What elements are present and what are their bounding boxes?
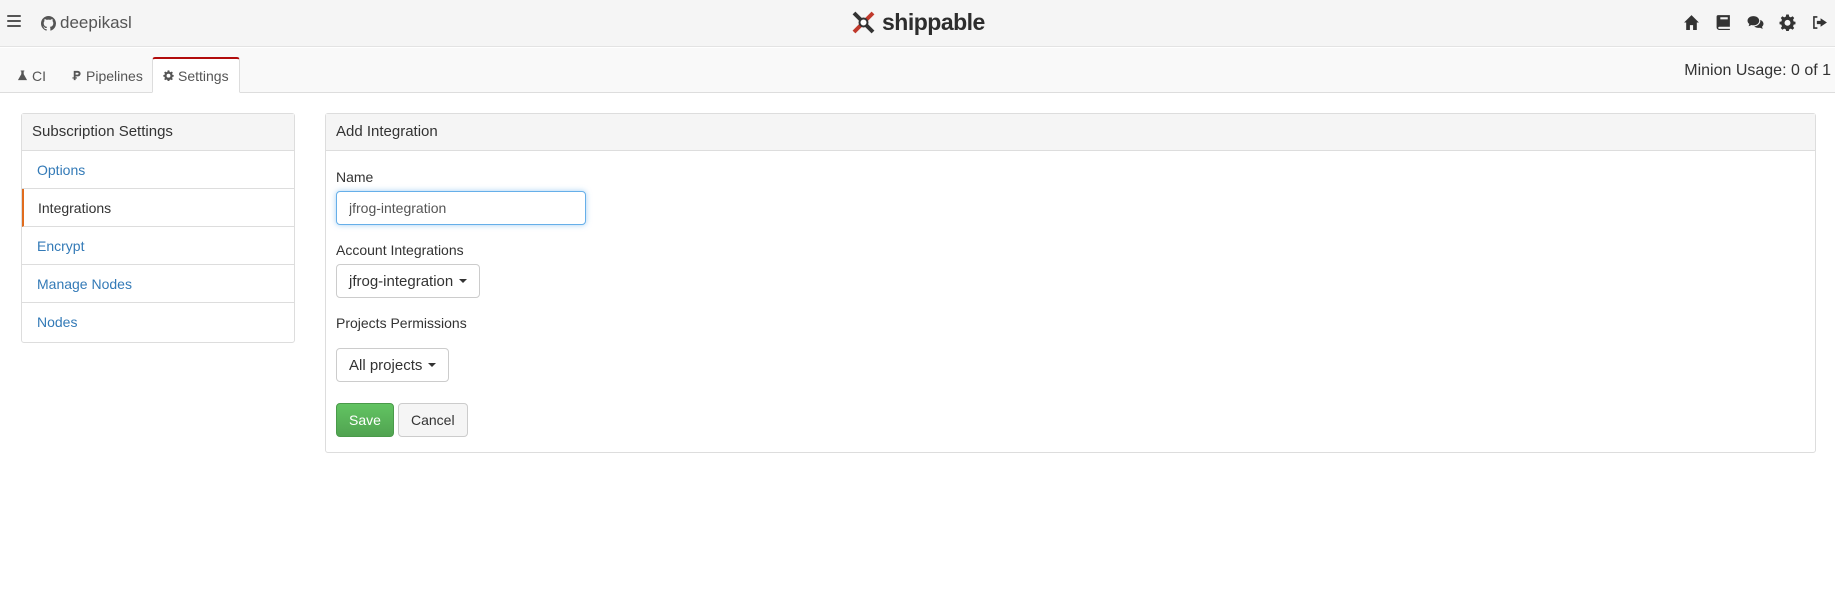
gear-icon[interactable] [1777,12,1797,32]
sidebar-item-nodes[interactable]: Nodes [22,303,294,341]
shippable-logo[interactable]: shippable [850,9,985,36]
cancel-button[interactable]: Cancel [398,403,468,437]
hamburger-menu-icon[interactable] [7,15,21,27]
github-icon [41,15,56,31]
save-button[interactable]: Save [336,403,394,437]
logo-icon [852,11,875,34]
logo-text: shippable [882,9,985,35]
panel-title: Subscription Settings [22,114,294,151]
sidebar-item-encrypt[interactable]: Encrypt [22,227,294,265]
minion-usage: Minion Usage: 0 of 1 [1684,62,1831,79]
flask-icon [17,70,28,81]
sidebar-item-options[interactable]: Options [22,151,294,189]
projects-permissions-label: Projects Permissions [336,315,467,331]
caret-down-icon [459,279,468,283]
tab-label: CI [32,67,46,84]
top-icons [1681,12,1829,32]
projects-permissions-dropdown[interactable]: All projects [336,348,450,382]
tab-ci[interactable]: CI [7,58,56,93]
sidebar-item-integrations[interactable]: Integrations [22,189,294,227]
dropdown-value: All projects [349,356,423,374]
tab-label: Pipelines [86,67,143,84]
tab-settings[interactable]: Settings [152,57,240,93]
panel-title: Add Integration [326,114,1815,151]
account-integrations-dropdown[interactable]: jfrog-integration [336,264,481,298]
subscription-settings-panel: Subscription Settings Options Integratio… [21,113,295,343]
tab-label: Settings [178,67,229,84]
tabs-row: CI Pipelines Settings Minion Usage: 0 of… [0,48,1835,93]
gear-icon [163,70,174,81]
dropdown-value: jfrog-integration [349,272,454,290]
name-label: Name [336,169,374,185]
sign-out-icon[interactable] [1809,12,1829,32]
home-icon[interactable] [1681,12,1701,32]
tab-pipelines[interactable]: Pipelines [61,58,153,93]
book-icon[interactable] [1713,12,1733,32]
add-integration-panel: Add Integration Name Account Integration… [325,113,1816,453]
name-input[interactable] [336,191,586,225]
pipeline-icon [72,70,81,81]
account-link[interactable]: deepikasl [41,13,132,33]
account-name: deepikasl [60,13,132,32]
sidebar-item-manage-nodes[interactable]: Manage Nodes [22,265,294,303]
comments-icon[interactable] [1745,12,1765,32]
top-navbar: deepikasl shippable [0,0,1835,47]
caret-down-icon [428,363,437,367]
account-integrations-label: Account Integrations [336,242,464,258]
